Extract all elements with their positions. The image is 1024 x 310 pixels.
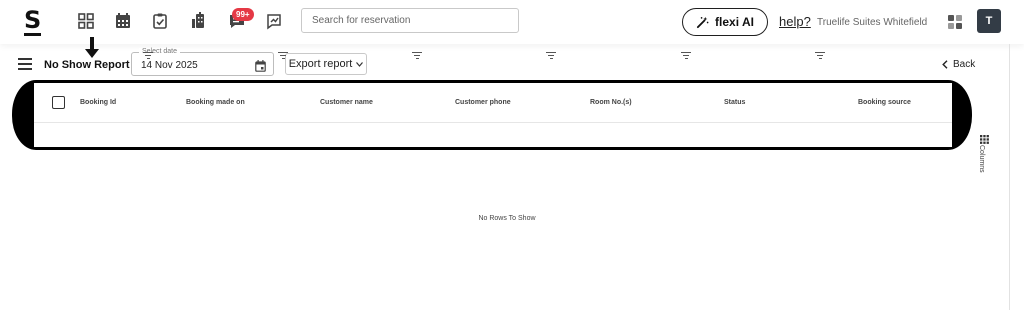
chevron-down-icon — [356, 61, 364, 67]
filter-icon[interactable] — [412, 52, 422, 59]
select-all-checkbox[interactable] — [52, 96, 65, 109]
filter-icon[interactable] — [546, 52, 556, 59]
export-report-button[interactable]: Export report — [285, 53, 367, 75]
report-table: Booking Id Booking made on Customer name… — [34, 83, 952, 147]
housekeeping-icon[interactable] — [190, 12, 208, 30]
back-label: Back — [953, 59, 976, 70]
filter-icon[interactable] — [681, 52, 691, 59]
columns-panel-label: Columns — [978, 145, 985, 173]
reports-icon[interactable] — [265, 12, 283, 30]
filter-icon[interactable] — [278, 52, 288, 59]
table-filter-row — [34, 124, 952, 147]
filter-icon[interactable] — [815, 52, 825, 59]
dashboard-icon[interactable] — [77, 12, 95, 30]
flexi-ai-label: flexi AI — [715, 15, 754, 29]
back-button[interactable]: Back — [942, 59, 975, 70]
search-input[interactable] — [301, 8, 519, 33]
side-panel-divider — [1009, 44, 1010, 310]
column-header-room-no[interactable]: Room No.(s) — [590, 99, 632, 106]
app-logo[interactable]: S — [24, 8, 42, 36]
columns-side-panel-toggle[interactable]: Columns — [978, 131, 992, 181]
property-name: Truelife Suites Whitefield — [817, 17, 928, 28]
columns-grid-icon — [980, 131, 989, 144]
date-field-value: 14 Nov 2025 — [141, 60, 198, 71]
chevron-left-icon — [942, 60, 948, 69]
column-header-booking-id[interactable]: Booking Id — [80, 99, 116, 106]
column-header-customer-name[interactable]: Customer name — [320, 99, 373, 106]
apps-grid-icon[interactable] — [948, 15, 962, 29]
menu-icon[interactable] — [18, 58, 32, 70]
column-header-status[interactable]: Status — [724, 99, 745, 106]
tasks-icon[interactable] — [151, 12, 169, 30]
column-header-booking-made-on[interactable]: Booking made on — [186, 99, 245, 106]
column-header-booking-source[interactable]: Booking source — [858, 99, 911, 106]
filter-icon[interactable] — [143, 52, 153, 59]
calendar-picker-icon[interactable] — [255, 59, 266, 72]
page-title: No Show Report — [44, 59, 130, 71]
calendar-icon[interactable] — [114, 12, 132, 30]
column-header-customer-phone[interactable]: Customer phone — [455, 99, 511, 106]
export-report-label: Export report — [288, 58, 353, 70]
down-arrow-icon — [84, 37, 100, 59]
table-header-row: Booking Id Booking made on Customer name… — [34, 83, 952, 123]
magic-wand-icon — [696, 16, 709, 29]
empty-table-message: No Rows To Show — [478, 215, 536, 222]
flexi-ai-button[interactable]: flexi AI — [682, 8, 768, 36]
help-link[interactable]: help? — [779, 14, 811, 29]
messages-badge: 99+ — [232, 8, 254, 21]
user-avatar[interactable]: T — [977, 9, 1001, 33]
top-navbar: S 99+ Search for reservation flexi AI he… — [0, 0, 1024, 44]
report-table-highlight: Booking Id Booking made on Customer name… — [12, 80, 972, 150]
